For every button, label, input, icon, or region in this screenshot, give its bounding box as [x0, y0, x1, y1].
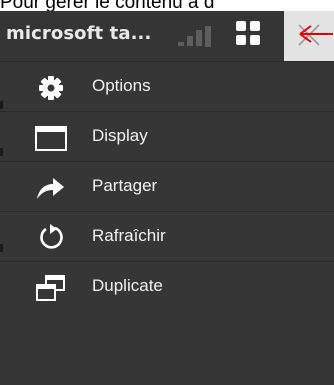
refresh-icon	[35, 224, 67, 252]
edge-mark	[0, 244, 3, 252]
menu-item-label: Duplicate	[92, 276, 163, 295]
menu-item-display[interactable]: Display	[0, 111, 334, 162]
edge-mark	[0, 101, 3, 109]
gear-icon	[35, 74, 67, 102]
annotation-arrow-icon	[299, 25, 333, 43]
menu-item-partager[interactable]: Partager	[0, 161, 334, 212]
menu-item-label: Display	[92, 126, 148, 145]
menu-item-label: Partager	[92, 176, 158, 195]
menu-item-options[interactable]: Options	[0, 61, 334, 112]
menu-item-label: Options	[92, 76, 151, 95]
menu-item-label: Rafraîchir	[92, 226, 166, 245]
title-bar: microsoft ta...	[0, 11, 284, 61]
menu-item-rafraichir[interactable]: Rafraîchir	[0, 211, 334, 262]
window-icon	[35, 124, 67, 152]
edge-mark	[0, 148, 3, 156]
app-title: microsoft ta...	[6, 23, 152, 44]
share-arrow-icon	[35, 174, 67, 202]
duplicate-windows-icon	[35, 274, 67, 302]
menu-item-duplicate[interactable]: Duplicate	[0, 261, 334, 312]
grid-menu-icon[interactable]	[236, 21, 260, 45]
